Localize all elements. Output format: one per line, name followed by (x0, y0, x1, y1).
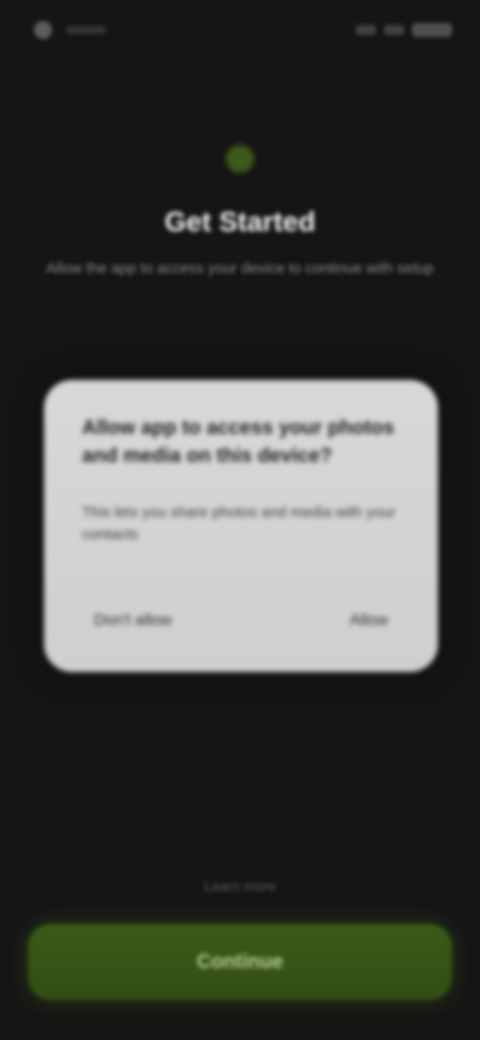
battery-icon (412, 23, 452, 37)
allow-button[interactable]: Allow (340, 604, 398, 638)
learn-more-link[interactable]: Learn more (0, 878, 480, 894)
wifi-icon (356, 25, 376, 35)
app-notification-icon (34, 21, 52, 39)
dialog-title: Allow app to access your photos and medi… (82, 417, 395, 467)
signal-icon (384, 25, 404, 35)
status-right (356, 23, 452, 37)
permission-dialog: Allow app to access your photos and medi… (44, 380, 438, 672)
page-subtitle: Allow the app to access your device to c… (46, 260, 434, 277)
dialog-actions: Don't allow Allow (44, 604, 438, 638)
continue-button[interactable]: Continue (28, 924, 452, 1000)
leaf-icon (226, 145, 254, 173)
deny-button[interactable]: Don't allow (84, 604, 182, 638)
status-time (66, 26, 106, 34)
status-bar (0, 0, 480, 60)
page-title: Get Started (164, 206, 316, 237)
dialog-body: This lets you share photos and media wit… (82, 504, 396, 543)
app-screen: Get Started Allow the app to access your… (0, 0, 480, 1040)
status-left (34, 21, 106, 39)
